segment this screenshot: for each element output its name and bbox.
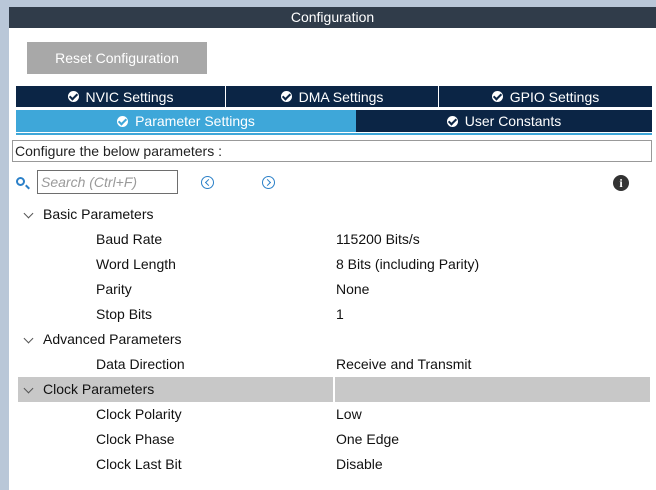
previous-icon[interactable] (201, 176, 214, 189)
param-value[interactable]: 1 (336, 302, 344, 327)
reset-configuration-button[interactable]: Reset Configuration (27, 42, 207, 74)
tab-dma-settings[interactable]: DMA Settings (226, 86, 439, 107)
group-clock-parameters[interactable]: Clock Parameters (0, 377, 656, 402)
param-label: Data Direction (96, 356, 185, 372)
param-value[interactable]: Receive and Transmit (336, 352, 471, 377)
tab-label: GPIO Settings (509, 88, 600, 105)
tab-parameter-settings[interactable]: Parameter Settings (16, 110, 356, 132)
tab-underline (16, 133, 652, 135)
param-row-clock-phase[interactable]: Clock Phase One Edge (0, 427, 656, 452)
param-value[interactable]: None (336, 277, 369, 302)
chevron-down-icon[interactable] (23, 333, 34, 344)
param-row-clock-last-bit[interactable]: Clock Last Bit Disable (0, 452, 656, 477)
param-row-data-direction[interactable]: Data Direction Receive and Transmit (0, 352, 656, 377)
param-row-parity[interactable]: Parity None (0, 277, 656, 302)
info-icon[interactable]: i (613, 175, 629, 191)
window-frame-top (0, 0, 656, 7)
chevron-down-icon[interactable] (23, 208, 34, 219)
tab-nvic-settings[interactable]: NVIC Settings (16, 86, 226, 107)
check-circle-icon (280, 91, 292, 102)
settings-tabs-row-2: Parameter Settings User Constants (16, 110, 652, 132)
tab-gpio-settings[interactable]: GPIO Settings (439, 86, 652, 107)
settings-tabs-row-1: NVIC Settings DMA Settings GPIO Settings (16, 86, 652, 107)
param-value[interactable]: 8 Bits (including Parity) (336, 252, 479, 277)
param-value[interactable]: Disable (336, 452, 383, 477)
group-label: Basic Parameters (43, 206, 154, 222)
param-label: Stop Bits (96, 306, 153, 322)
param-label: Clock Phase (96, 431, 175, 447)
group-label: Advanced Parameters (43, 331, 182, 347)
check-circle-icon (446, 115, 458, 127)
param-value[interactable]: 115200 Bits/s (336, 227, 420, 252)
check-circle-icon (491, 91, 503, 102)
column-divider (333, 377, 335, 402)
tab-label: Parameter Settings (135, 113, 255, 129)
param-label: Baud Rate (96, 231, 163, 247)
param-value[interactable]: Low (336, 402, 362, 427)
tab-user-constants[interactable]: User Constants (356, 110, 652, 132)
param-row-word-length[interactable]: Word Length 8 Bits (including Parity) (0, 252, 656, 277)
group-basic-parameters[interactable]: Basic Parameters (0, 202, 656, 227)
param-row-stop-bits[interactable]: Stop Bits 1 (0, 302, 656, 327)
next-icon[interactable] (262, 176, 275, 189)
param-row-clock-polarity[interactable]: Clock Polarity Low (0, 402, 656, 427)
check-circle-icon (117, 115, 129, 127)
param-label: Parity (96, 281, 132, 297)
panel-title: Configuration (9, 7, 656, 28)
search-input[interactable] (37, 170, 178, 194)
config-description: Configure the below parameters : (12, 140, 652, 162)
param-row-baud-rate[interactable]: Baud Rate 115200 Bits/s (0, 227, 656, 252)
group-advanced-parameters[interactable]: Advanced Parameters (0, 327, 656, 352)
check-circle-icon (67, 91, 79, 102)
tab-label: DMA Settings (298, 88, 384, 105)
param-value[interactable]: One Edge (336, 427, 399, 452)
param-label: Clock Last Bit (96, 456, 182, 472)
group-label: Clock Parameters (43, 381, 155, 397)
param-label: Word Length (96, 256, 176, 272)
tab-label: NVIC Settings (85, 88, 174, 105)
tab-label: User Constants (464, 113, 562, 129)
search-icon (16, 177, 25, 186)
param-label: Clock Polarity (96, 406, 182, 422)
